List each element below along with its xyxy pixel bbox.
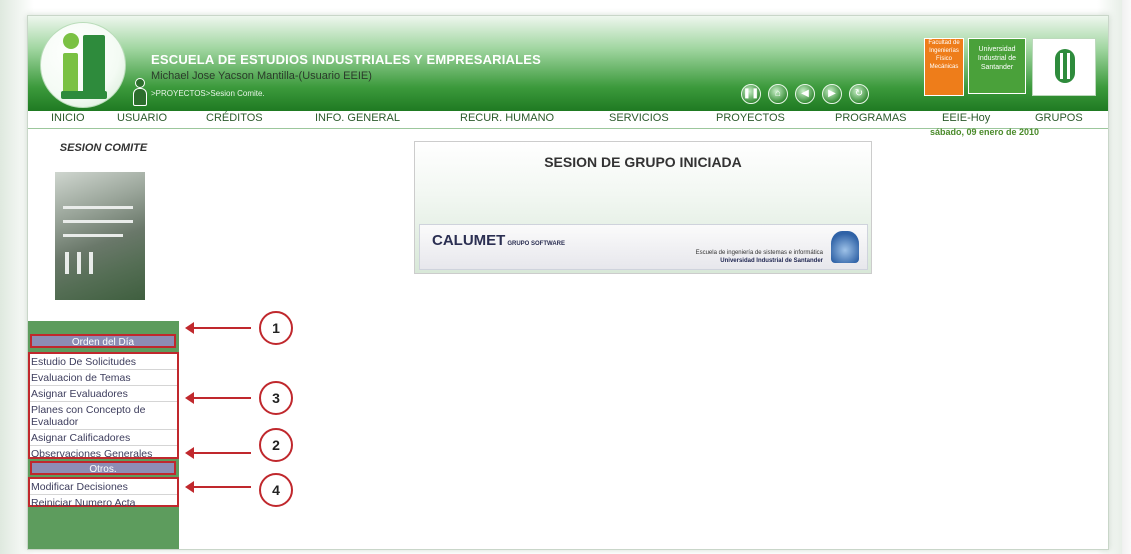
menu-info-general[interactable]: INFO. GENERAL xyxy=(315,112,400,124)
current-user: Michael Jose Yacson Mantilla-(Usuario EE… xyxy=(151,70,372,82)
otros-links: Modificar Decisiones Reiniciar Numero Ac… xyxy=(28,477,179,510)
uis-logo[interactable] xyxy=(1032,38,1096,96)
calumet-logo-icon xyxy=(831,231,859,263)
callout-2: 2 xyxy=(259,428,293,462)
menu-proyectos[interactable]: PROYECTOS xyxy=(716,112,785,124)
menu-inicio[interactable]: INICIO xyxy=(51,112,85,124)
callout-1: 1 xyxy=(259,311,293,345)
callout-3: 3 xyxy=(259,381,293,415)
callout-4: 4 xyxy=(259,473,293,507)
refresh-icon[interactable]: ↻ xyxy=(849,84,869,104)
link-observaciones-generales[interactable]: Observaciones Generales xyxy=(30,446,177,461)
site-header: ESCUELA DE ESTUDIOS INDUSTRIALES Y EMPRE… xyxy=(28,16,1108,111)
menu-servicios[interactable]: SERVICIOS xyxy=(609,112,669,124)
panel-title: SESION DE GRUPO INICIADA xyxy=(544,154,742,170)
link-asignar-calificadores[interactable]: Asignar Calificadores xyxy=(30,430,177,446)
menu-grupos[interactable]: GRUPOS xyxy=(1035,112,1083,124)
school-title: ESCUELA DE ESTUDIOS INDUSTRIALES Y EMPRE… xyxy=(151,52,542,67)
scrollbar[interactable] xyxy=(1122,0,1131,554)
section-otros: Otros. xyxy=(30,461,176,475)
calumet-description: Escuela de ingeniería de sistemas e info… xyxy=(695,250,823,264)
menu-recur-humano[interactable]: RECUR. HUMANO xyxy=(460,112,554,124)
callout-arrow-3 xyxy=(185,392,251,404)
link-asignar-evaluadores[interactable]: Asignar Evaluadores xyxy=(30,386,177,402)
calumet-brand: CALUMET GRUPO SOFTWARE xyxy=(432,232,565,249)
home-icon[interactable]: ⌂ xyxy=(768,84,788,104)
breadcrumb: >PROYECTOS>Sesion Comite. xyxy=(151,89,265,98)
callout-arrow-2 xyxy=(185,447,251,459)
orden-del-dia-links: Estudio De Solicitudes Evaluacion de Tem… xyxy=(28,352,179,461)
forward-arrow-icon[interactable]: ▶ xyxy=(822,84,842,104)
calumet-banner: CALUMET GRUPO SOFTWARE Escuela de ingenie… xyxy=(419,224,868,270)
session-panel: SESION DE GRUPO INICIADA CALUMET GRUPO SO… xyxy=(414,141,872,274)
callout-arrow-4 xyxy=(185,481,251,493)
link-evaluacion-temas[interactable]: Evaluacion de Temas xyxy=(30,370,177,386)
back-arrow-icon[interactable]: ◀ xyxy=(795,84,815,104)
link-planes-concepto[interactable]: Planes con Concepto de Evaluador xyxy=(30,402,177,430)
faculty-logo[interactable]: Facultad de Ingenierías Físico Mecánicas xyxy=(924,38,964,96)
app-window: ESCUELA DE ESTUDIOS INDUSTRIALES Y EMPRE… xyxy=(27,15,1109,550)
pause-icon[interactable]: ❚❚ xyxy=(741,84,761,104)
university-logo-text[interactable]: Universidad Industrial de Santander xyxy=(968,38,1026,94)
current-date: sábado, 09 enero de 2010 xyxy=(930,127,1040,137)
user-icon xyxy=(132,78,147,106)
link-estudio-solicitudes[interactable]: Estudio De Solicitudes xyxy=(30,354,177,370)
link-modificar-decisiones[interactable]: Modificar Decisiones xyxy=(30,479,177,495)
menu-usuario[interactable]: USUARIO xyxy=(117,112,167,124)
building-photo xyxy=(55,172,145,300)
link-reiniciar-numero-acta[interactable]: Reiniciar Numero Acta xyxy=(30,495,177,510)
menu-programas[interactable]: PROGRAMAS xyxy=(835,112,907,124)
sidebar-title: SESION COMITE xyxy=(59,142,148,154)
menu-eeie-hoy[interactable]: EEIE-Hoy xyxy=(942,112,990,124)
section-orden-del-dia: Orden del Día xyxy=(30,334,176,348)
callout-arrow-1 xyxy=(185,322,251,334)
sidebar-header: SESION COMITE xyxy=(28,129,179,321)
menu-creditos[interactable]: CRÉDITOS xyxy=(206,112,263,124)
school-logo[interactable] xyxy=(40,22,126,108)
sidebar: SESION COMITE Orden del Día Estudio De S… xyxy=(28,129,179,549)
